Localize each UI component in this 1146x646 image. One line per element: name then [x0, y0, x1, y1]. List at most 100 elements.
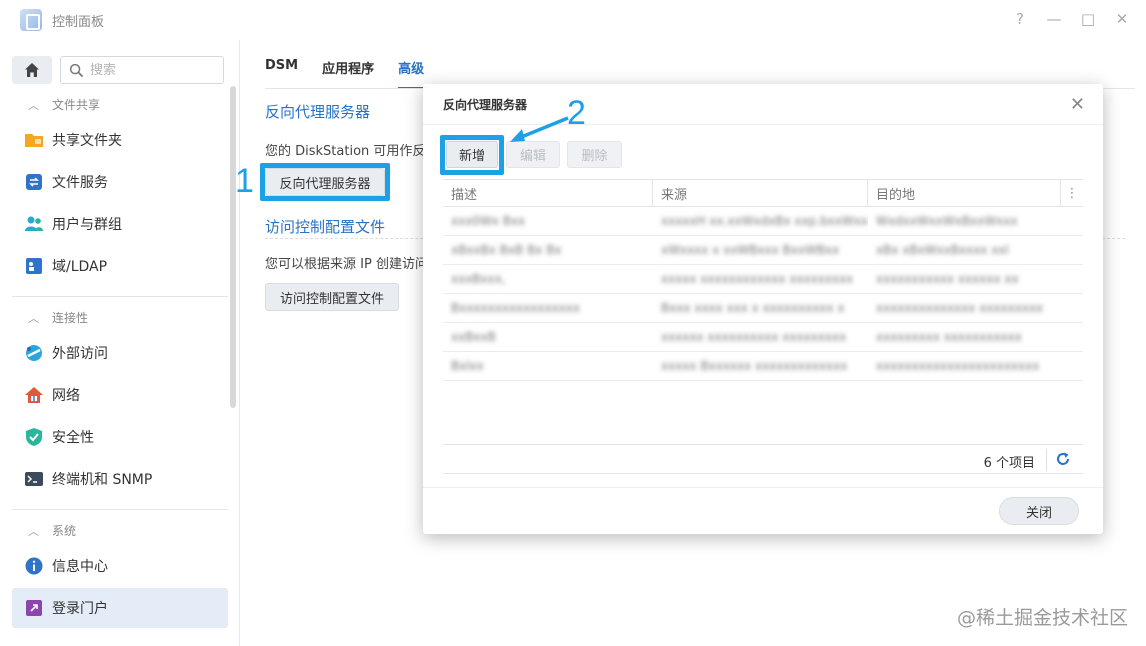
home-button[interactable]	[12, 56, 52, 84]
row-description: xxBxxB	[451, 330, 496, 344]
sidebar-item-label: 终端机和 SNMP	[52, 472, 153, 488]
sidebar-scrollbar[interactable]	[230, 86, 236, 408]
help-icon[interactable]: ?	[1012, 10, 1028, 28]
sidebar-item-network[interactable]: 网络	[12, 375, 228, 415]
row-source: xxxxx Bxxxxxx xxxxxxxxxxxxx	[661, 359, 848, 373]
sidebar-item-external-access[interactable]: 外部访问	[12, 333, 228, 373]
tab-dsm[interactable]: DSM	[265, 58, 298, 89]
search-input[interactable]	[90, 62, 200, 78]
minimize-icon[interactable]: —	[1046, 10, 1062, 28]
annotation-step1: 1	[235, 162, 254, 200]
external-access-icon	[24, 343, 44, 363]
footer-divider	[1046, 449, 1047, 471]
sidebar-item-label: 登录门户	[52, 601, 108, 617]
section-system[interactable]: ︿ 系统	[12, 522, 228, 539]
table-row[interactable]: Bxxxxxxxxxxxxxxxxx Bxxx xxxx xxx x xxxxx…	[443, 294, 1083, 323]
sidebar-item-label: 安全性	[52, 430, 94, 446]
table-header: 描述 来源 目的地 ⋮	[443, 179, 1083, 207]
row-destination: xxxxxxxxx xxxxxxxxxxx	[876, 330, 1022, 344]
dialog-title: 反向代理服务器	[443, 98, 528, 112]
chevron-up-icon: ︿	[28, 524, 39, 538]
ldap-icon	[24, 256, 44, 276]
sidebar-item-label: 信息中心	[52, 559, 108, 575]
row-destination: xxxxxxxxxxxxxxxxxxxxxxx	[876, 359, 1040, 373]
close-button[interactable]: 关闭	[999, 497, 1079, 525]
control-panel-app-icon	[20, 9, 42, 31]
sidebar-item-security[interactable]: 安全性	[12, 417, 228, 457]
home-icon	[25, 63, 39, 77]
section-label: 文件共享	[52, 98, 101, 112]
row-source: xxxxxx xxxxxxxxxx xxxxxxxxx	[661, 330, 847, 344]
sidebar-item-info-center[interactable]: 信息中心	[12, 546, 228, 586]
sidebar-item-label: 域/LDAP	[52, 259, 108, 275]
highlight-box-step2	[440, 135, 504, 175]
access-control-title: 访问控制配置文件	[265, 218, 386, 236]
refresh-icon[interactable]	[1055, 451, 1071, 467]
annotation-step2: 2	[567, 94, 586, 132]
access-control-description: 您可以根据来源 IP 创建访问	[265, 257, 428, 272]
column-menu-icon[interactable]: ⋮	[1061, 180, 1083, 206]
info-icon	[24, 556, 44, 576]
sidebar-item-label: 文件服务	[52, 175, 108, 191]
login-portal-icon	[24, 598, 44, 618]
section-file-sharing[interactable]: ︿ 文件共享	[12, 96, 228, 113]
close-icon[interactable]: ✕	[1070, 94, 1085, 115]
row-destination: xxxxxxxxxxxxxx xxxxxxxxx	[876, 301, 1044, 315]
sidebar-item-label: 共享文件夹	[52, 133, 122, 149]
sidebar-item-file-services[interactable]: 文件服务	[12, 162, 228, 202]
row-source: xWxxxx x xxWBxxx BxxWBxx	[661, 243, 840, 257]
network-icon	[24, 385, 44, 405]
window-controls: ? — □ ✕	[1012, 10, 1130, 28]
sidebar-item-shared-folder[interactable]: 共享文件夹	[12, 120, 228, 160]
row-description: Bxlxx	[451, 359, 484, 373]
chevron-up-icon: ︿	[28, 98, 39, 112]
row-source: xxxxx xxxxxxxxxxxx xxxxxxxxx	[661, 272, 854, 286]
table-row[interactable]: Bxlxx xxxxx Bxxxxxx xxxxxxxxxxxxx xxxxxx…	[443, 352, 1083, 381]
search-icon	[69, 63, 84, 77]
sidebar-divider	[12, 509, 228, 510]
folder-icon	[24, 130, 44, 150]
window-titlebar: 控制面板 ? — □ ✕	[0, 0, 1146, 40]
tab-bar: DSM 应用程序 高级	[265, 58, 425, 89]
reverse-proxy-description: 您的 DiskStation 可用作反	[265, 144, 426, 159]
window-title: 控制面板	[52, 14, 105, 30]
column-description[interactable]: 描述	[443, 180, 653, 206]
row-destination: xxxxxxxxxxx xxxxxx xx	[876, 272, 1019, 286]
shield-icon	[24, 427, 44, 447]
sidebar-divider	[12, 296, 228, 297]
table-row[interactable]: xxx0Wx Bxx xxxxxH xx.xxWxdxBx xxp.bxxWxx…	[443, 207, 1083, 236]
chevron-up-icon: ︿	[28, 311, 39, 325]
section-connectivity[interactable]: ︿ 连接性	[12, 309, 228, 326]
sidebar-item-login-portal[interactable]: 登录门户	[12, 588, 228, 628]
column-destination[interactable]: 目的地	[868, 180, 1061, 206]
row-source: Bxxx xxxx xxx x xxxxxxxxxx x	[661, 301, 845, 315]
section-label: 连接性	[52, 311, 89, 325]
sidebar-item-domain-ldap[interactable]: 域/LDAP	[12, 246, 228, 286]
reverse-proxy-dialog: 反向代理服务器 ✕ 新增 编辑 删除 2 描述 来源 目的地 ⋮ xxx0Wx …	[423, 84, 1103, 534]
table-row[interactable]: xBxxBx BxB Bx Bx xWxxxx x xxWBxxx BxxWBx…	[443, 236, 1083, 265]
close-window-icon[interactable]: ✕	[1114, 10, 1130, 28]
terminal-icon	[24, 469, 44, 489]
column-source[interactable]: 来源	[653, 180, 868, 206]
sidebar-item-label: 网络	[52, 388, 80, 404]
dialog-divider	[423, 487, 1103, 488]
item-count: 6 个项目	[983, 456, 1035, 471]
sidebar-item-users-groups[interactable]: 用户与群组	[12, 204, 228, 244]
sidebar-item-label: 用户与群组	[52, 217, 122, 233]
access-control-button[interactable]: 访问控制配置文件	[265, 283, 399, 311]
search-box[interactable]	[60, 56, 224, 84]
table-footer: 6 个项目	[443, 444, 1083, 474]
tab-applications[interactable]: 应用程序	[322, 58, 374, 89]
proxy-rules-table: 描述 来源 目的地 ⋮ xxx0Wx Bxx xxxxxH xx.xxWxdxB…	[443, 179, 1083, 447]
section-label: 系统	[52, 524, 77, 538]
maximize-icon[interactable]: □	[1080, 10, 1096, 28]
sidebar: ︿ 文件共享 共享文件夹 文件服务 用户与群组 域/LDAP ︿ 连接性 外部访…	[0, 40, 240, 646]
sidebar-item-terminal-snmp[interactable]: 终端机和 SNMP	[12, 459, 228, 499]
users-icon	[24, 214, 44, 234]
tab-advanced[interactable]: 高级	[398, 58, 425, 89]
highlight-box-step1	[260, 163, 390, 201]
table-row[interactable]: xxBxxB xxxxxx xxxxxxxxxx xxxxxxxxx xxxxx…	[443, 323, 1083, 352]
row-source: xxxxxH xx.xxWxdxBx xxp.bxxWxx	[661, 214, 868, 228]
row-destination: WxdxxWxxWxBxxWxxx	[876, 214, 1018, 228]
table-row[interactable]: xxxBxxx, xxxxx xxxxxxxxxxxx xxxxxxxxx xx…	[443, 265, 1083, 294]
